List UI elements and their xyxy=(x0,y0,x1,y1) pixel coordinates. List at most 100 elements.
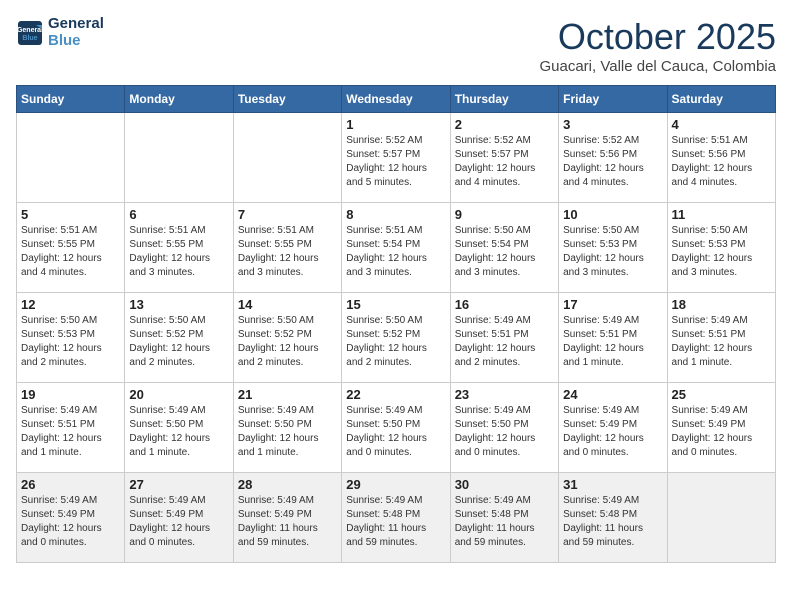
day-number: 22 xyxy=(346,387,445,402)
day-content: Sunrise: 5:50 AMSunset: 5:52 PMDaylight:… xyxy=(346,314,445,370)
week-row-2: 5 Sunrise: 5:51 AMSunset: 5:55 PMDaylight… xyxy=(17,203,776,293)
logo: General Blue General Blue xyxy=(16,16,104,49)
header-cell-monday: Monday xyxy=(125,86,233,113)
day-number: 23 xyxy=(455,387,554,402)
header-cell-tuesday: Tuesday xyxy=(233,86,341,113)
week-row-3: 12 Sunrise: 5:50 AMSunset: 5:53 PMDayligh… xyxy=(17,293,776,383)
day-cell: 4Sunrise: 5:51 AMSunset: 5:56 PMDaylight… xyxy=(667,113,775,203)
day-content: Sunrise: 5:51 AMSunset: 5:55 PMDaylight:… xyxy=(129,224,228,280)
logo-text-line2: Blue xyxy=(48,33,104,50)
day-content: Sunrise: 5:52 AMSunset: 5:57 PMDaylight:… xyxy=(455,134,554,190)
day-content: Sunrise: 5:50 AMSunset: 5:53 PMDaylight:… xyxy=(21,314,120,370)
day-content: Sunrise: 5:49 AMSunset: 5:49 PMDaylight:… xyxy=(238,494,337,550)
day-cell xyxy=(667,473,775,563)
day-cell: 23 Sunrise: 5:49 AMSunset: 5:50 PMDayligh… xyxy=(450,383,558,473)
day-cell: 5 Sunrise: 5:51 AMSunset: 5:55 PMDaylight… xyxy=(17,203,125,293)
day-content: Sunrise: 5:52 AMSunset: 5:57 PMDaylight:… xyxy=(346,134,445,190)
day-content: Sunrise: 5:49 AMSunset: 5:50 PMDaylight:… xyxy=(455,404,554,460)
week-row-1: 1 Sunrise: 5:52 AMSunset: 5:57 PMDaylight… xyxy=(17,113,776,203)
day-content: Sunrise: 5:50 AMSunset: 5:52 PMDaylight:… xyxy=(238,314,337,370)
day-cell: 27 Sunrise: 5:49 AMSunset: 5:49 PMDayligh… xyxy=(125,473,233,563)
day-content: Sunrise: 5:49 AMSunset: 5:50 PMDaylight:… xyxy=(129,404,228,460)
day-number: 2 xyxy=(455,117,554,132)
day-cell: 17 Sunrise: 5:49 AMSunset: 5:51 PMDayligh… xyxy=(559,293,667,383)
day-number: 6 xyxy=(129,207,228,222)
svg-text:Blue: Blue xyxy=(22,35,37,42)
calendar-header: SundayMondayTuesdayWednesdayThursdayFrid… xyxy=(17,86,776,113)
day-cell: 21Sunrise: 5:49 AMSunset: 5:50 PMDayligh… xyxy=(233,383,341,473)
day-cell: 25 Sunrise: 5:49 AMSunset: 5:49 PMDayligh… xyxy=(667,383,775,473)
location-subtitle: Guacari, Valle del Cauca, Colombia xyxy=(539,58,776,75)
day-content: Sunrise: 5:50 AMSunset: 5:54 PMDaylight:… xyxy=(455,224,554,280)
day-number: 20 xyxy=(129,387,228,402)
day-content: Sunrise: 5:49 AMSunset: 5:49 PMDaylight:… xyxy=(21,494,120,550)
day-number: 8 xyxy=(346,207,445,222)
day-number: 5 xyxy=(21,207,120,222)
day-cell: 3Sunrise: 5:52 AMSunset: 5:56 PMDaylight… xyxy=(559,113,667,203)
day-content: Sunrise: 5:49 AMSunset: 5:48 PMDaylight:… xyxy=(455,494,554,550)
day-content: Sunrise: 5:51 AMSunset: 5:55 PMDaylight:… xyxy=(238,224,337,280)
day-cell xyxy=(17,113,125,203)
day-number: 12 xyxy=(21,297,120,312)
header-cell-thursday: Thursday xyxy=(450,86,558,113)
day-content: Sunrise: 5:49 AMSunset: 5:50 PMDaylight:… xyxy=(238,404,337,460)
day-cell: 14Sunrise: 5:50 AMSunset: 5:52 PMDayligh… xyxy=(233,293,341,383)
day-content: Sunrise: 5:51 AMSunset: 5:55 PMDaylight:… xyxy=(21,224,120,280)
day-cell: 26 Sunrise: 5:49 AMSunset: 5:49 PMDayligh… xyxy=(17,473,125,563)
day-cell: 22 Sunrise: 5:49 AMSunset: 5:50 PMDayligh… xyxy=(342,383,450,473)
day-cell: 9Sunrise: 5:50 AMSunset: 5:54 PMDaylight… xyxy=(450,203,558,293)
day-number: 1 xyxy=(346,117,445,132)
header-cell-friday: Friday xyxy=(559,86,667,113)
day-cell: 31 Sunrise: 5:49 AMSunset: 5:48 PMDayligh… xyxy=(559,473,667,563)
day-cell xyxy=(125,113,233,203)
logo-icon: General Blue xyxy=(16,19,44,47)
day-cell: 28 Sunrise: 5:49 AMSunset: 5:49 PMDayligh… xyxy=(233,473,341,563)
calendar-table: SundayMondayTuesdayWednesdayThursdayFrid… xyxy=(16,85,776,563)
day-number: 26 xyxy=(21,477,120,492)
day-number: 24 xyxy=(563,387,662,402)
day-cell: 11Sunrise: 5:50 AMSunset: 5:53 PMDayligh… xyxy=(667,203,775,293)
calendar-body: 1 Sunrise: 5:52 AMSunset: 5:57 PMDaylight… xyxy=(17,113,776,563)
day-content: Sunrise: 5:49 AMSunset: 5:49 PMDaylight:… xyxy=(563,404,662,460)
day-cell: 6 Sunrise: 5:51 AMSunset: 5:55 PMDaylight… xyxy=(125,203,233,293)
page-header: General Blue General Blue October 2025 G… xyxy=(16,16,776,75)
day-cell: 15Sunrise: 5:50 AMSunset: 5:52 PMDayligh… xyxy=(342,293,450,383)
day-number: 17 xyxy=(563,297,662,312)
day-content: Sunrise: 5:49 AMSunset: 5:51 PMDaylight:… xyxy=(563,314,662,370)
day-cell: 13Sunrise: 5:50 AMSunset: 5:52 PMDayligh… xyxy=(125,293,233,383)
day-cell: 19 Sunrise: 5:49 AMSunset: 5:51 PMDayligh… xyxy=(17,383,125,473)
day-number: 29 xyxy=(346,477,445,492)
day-content: Sunrise: 5:49 AMSunset: 5:49 PMDaylight:… xyxy=(672,404,771,460)
day-content: Sunrise: 5:49 AMSunset: 5:48 PMDaylight:… xyxy=(563,494,662,550)
day-number: 11 xyxy=(672,207,771,222)
day-number: 19 xyxy=(21,387,120,402)
header-cell-wednesday: Wednesday xyxy=(342,86,450,113)
day-cell: 18 Sunrise: 5:49 AMSunset: 5:51 PMDayligh… xyxy=(667,293,775,383)
title-block: October 2025 Guacari, Valle del Cauca, C… xyxy=(539,16,776,75)
day-content: Sunrise: 5:51 AMSunset: 5:56 PMDaylight:… xyxy=(672,134,771,190)
header-cell-sunday: Sunday xyxy=(17,86,125,113)
day-cell: 16Sunrise: 5:49 AMSunset: 5:51 PMDayligh… xyxy=(450,293,558,383)
day-content: Sunrise: 5:52 AMSunset: 5:56 PMDaylight:… xyxy=(563,134,662,190)
day-content: Sunrise: 5:49 AMSunset: 5:51 PMDaylight:… xyxy=(672,314,771,370)
day-content: Sunrise: 5:49 AMSunset: 5:49 PMDaylight:… xyxy=(129,494,228,550)
day-cell: 10Sunrise: 5:50 AMSunset: 5:53 PMDayligh… xyxy=(559,203,667,293)
day-number: 16 xyxy=(455,297,554,312)
header-cell-saturday: Saturday xyxy=(667,86,775,113)
month-title: October 2025 xyxy=(539,16,776,58)
day-number: 10 xyxy=(563,207,662,222)
day-number: 28 xyxy=(238,477,337,492)
day-cell: 7Sunrise: 5:51 AMSunset: 5:55 PMDaylight… xyxy=(233,203,341,293)
day-cell: 29 Sunrise: 5:49 AMSunset: 5:48 PMDayligh… xyxy=(342,473,450,563)
day-number: 18 xyxy=(672,297,771,312)
day-cell xyxy=(233,113,341,203)
day-cell: 2 Sunrise: 5:52 AMSunset: 5:57 PMDaylight… xyxy=(450,113,558,203)
day-content: Sunrise: 5:49 AMSunset: 5:51 PMDaylight:… xyxy=(21,404,120,460)
day-number: 31 xyxy=(563,477,662,492)
day-number: 27 xyxy=(129,477,228,492)
day-content: Sunrise: 5:49 AMSunset: 5:50 PMDaylight:… xyxy=(346,404,445,460)
day-content: Sunrise: 5:49 AMSunset: 5:48 PMDaylight:… xyxy=(346,494,445,550)
week-row-5: 26 Sunrise: 5:49 AMSunset: 5:49 PMDayligh… xyxy=(17,473,776,563)
day-number: 30 xyxy=(455,477,554,492)
day-number: 25 xyxy=(672,387,771,402)
